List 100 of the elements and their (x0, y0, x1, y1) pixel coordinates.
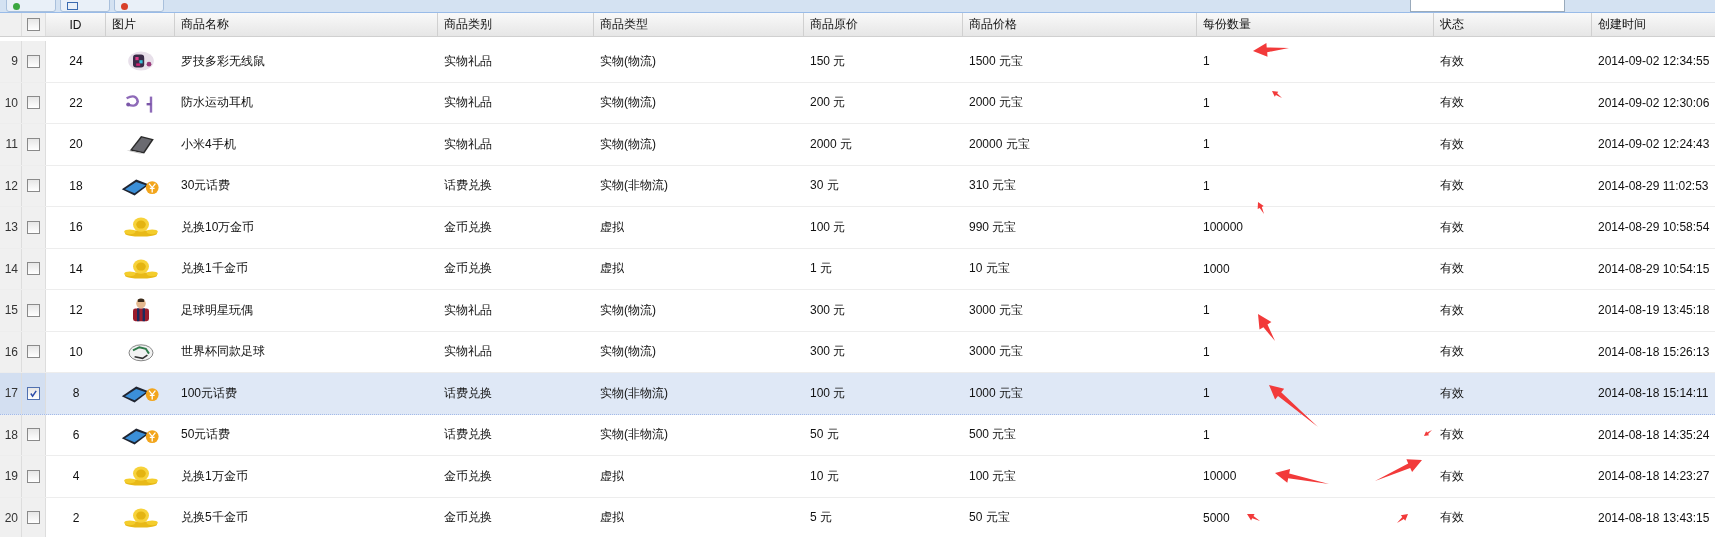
annotation-arrow (1397, 514, 1408, 523)
table-cell: 2014-08-29 10:54:15 (1598, 261, 1710, 276)
table-cell: 2014-08-18 14:23:27 (1598, 469, 1710, 484)
table-cell: 150 元 (810, 52, 846, 70)
table-cell: 2 (72, 510, 80, 525)
table-cell: 100元话费 (181, 384, 238, 402)
table-cell: 1000 (1203, 261, 1230, 276)
table-cell: 话费兑换 (444, 426, 492, 444)
column-header[interactable]: 商品类别 (438, 13, 594, 36)
row-checkbox[interactable] (27, 262, 40, 276)
table-cell: 10 (69, 344, 83, 359)
table-cell: 话费兑换 (444, 384, 492, 402)
table-row[interactable]: 10 22 防水运动耳机 实物礼品 实物(物流) 200 元 2000 元宝 1 有效 2014-09-02 12:30:06 (0, 82, 1715, 124)
table-cell: 有效 (1440, 177, 1464, 195)
table-cell: 金币兑换 (444, 218, 492, 236)
table-cell: 1 元 (810, 260, 832, 278)
column-header[interactable]: 创建时间 (1592, 13, 1715, 36)
table-cell: 兑换1万金币 (181, 467, 248, 485)
table-row[interactable]: 13 16 兑换10万金币 金币兑换 虚拟 100 元 990 元宝 100000 有效 2014-08-29 10:58:54 (0, 207, 1715, 249)
table-row[interactable]: 11 20 小米4手机 实物礼品 实物(物流) 2000 元 20000 元宝 1 有效 2014-09-02 12:24:43 (0, 124, 1715, 166)
table-cell: 实物礼品 (444, 343, 492, 361)
table-cell: 兑换1千金币 (181, 260, 248, 278)
table-cell: 虚拟 (600, 509, 624, 527)
table-cell: 兑换10万金币 (181, 218, 255, 236)
row-checkbox[interactable] (27, 96, 40, 110)
table-cell: 1 (1203, 303, 1210, 318)
table-cell: 16 (69, 220, 83, 235)
row-checkbox[interactable] (27, 220, 40, 234)
table-cell: 2014-09-02 12:24:43 (1598, 137, 1710, 152)
row-checkbox[interactable] (27, 137, 40, 151)
select-all-checkbox[interactable] (27, 18, 40, 31)
table-cell: 1 (1203, 344, 1210, 359)
table-cell: 3000 元宝 (969, 301, 1024, 319)
table-row[interactable]: 15 12 足球明星玩偶 实物礼品 实物(物流) 300 元 3000 元宝 1 有效 2014-08-19 13:45:18 (0, 290, 1715, 332)
column-header[interactable]: 商品类型 (594, 13, 804, 36)
row-checkbox[interactable] (27, 345, 40, 359)
column-header[interactable]: 图片 (106, 13, 175, 36)
column-header[interactable]: 商品名称 (175, 13, 438, 36)
table-cell: 防水运动耳机 (181, 94, 253, 112)
table-cell: 2014-09-02 12:30:06 (1598, 95, 1710, 110)
table-cell: 6 (72, 427, 80, 442)
table-cell: 5 元 (810, 509, 832, 527)
table-row[interactable]: 14 14 兑换1千金币 金币兑换 虚拟 1 元 10 元宝 1000 有效 2014-08-29 10:54:15 (0, 248, 1715, 290)
table-cell: 实物(物流) (600, 52, 656, 70)
column-header[interactable]: 状态 (1434, 13, 1592, 36)
table-cell: 有效 (1440, 52, 1464, 70)
table-cell: 实物礼品 (444, 301, 492, 319)
table-cell: 4 (72, 469, 80, 484)
table-cell: 1 (1203, 427, 1210, 442)
table-row[interactable]: 12 18 30元话费 话费兑换 实物(非物流) 30 元 310 元宝 1 有效 2014-08-29 11:02:53 (0, 165, 1715, 207)
edit-icon (67, 2, 78, 10)
annotation-arrow (1375, 459, 1422, 481)
table-cell: 有效 (1440, 94, 1464, 112)
table-cell: 有效 (1440, 509, 1464, 527)
table-cell: 100 元 (810, 384, 846, 402)
table-cell: 虚拟 (600, 218, 624, 236)
table-cell: 50元话费 (181, 426, 231, 444)
table-cell: 小米4手机 (181, 135, 236, 153)
row-checkbox[interactable] (27, 469, 40, 483)
table-row[interactable]: 20 2 兑换5千金币 金币兑换 虚拟 5 元 50 元宝 5000 有效 2014-08-18 13:43:15 (0, 497, 1715, 537)
row-checkbox[interactable] (27, 386, 40, 400)
row-checkbox[interactable] (27, 179, 40, 193)
table-cell: 有效 (1440, 301, 1464, 319)
table-cell: 金币兑换 (444, 509, 492, 527)
table-cell: 10 元宝 (969, 260, 1010, 278)
table-cell: 2014-09-02 12:34:55 (1598, 54, 1710, 69)
table-row[interactable]: 17 8 100元话费 话费兑换 实物(非物流) 100 元 1000 元宝 1 有效 2014-08-18 15:14:11 (0, 373, 1715, 415)
table-cell: 3000 元宝 (969, 343, 1024, 361)
table-cell: 罗技多彩无线鼠 (181, 52, 265, 70)
row-number: 18 (0, 414, 22, 455)
table-cell: 有效 (1440, 218, 1464, 236)
table-cell: 话费兑换 (444, 177, 492, 195)
column-header[interactable]: 商品原价 (804, 13, 963, 36)
table-cell: 2014-08-18 13:43:15 (1598, 510, 1710, 525)
search-field[interactable] (1410, 0, 1565, 12)
row-checkbox[interactable] (27, 303, 40, 317)
table-cell: 10000 (1203, 469, 1237, 484)
table-cell: 50 元 (810, 426, 839, 444)
table-row[interactable]: 9 24 罗技多彩无线鼠 实物礼品 实物(物流) 150 元 1500 元宝 1 有效 2014-09-02 12:34:55 (0, 41, 1715, 83)
table-row[interactable]: 19 4 兑换1万金币 金币兑换 虚拟 10 元 100 元宝 10000 有效 2014-08-18 14:23:27 (0, 456, 1715, 498)
column-header[interactable]: 商品价格 (963, 13, 1197, 36)
table-cell: 有效 (1440, 384, 1464, 402)
table-cell: 20 (69, 137, 83, 152)
column-header[interactable]: 每份数量 (1197, 13, 1434, 36)
table-cell: 100000 (1203, 220, 1244, 235)
row-checkbox[interactable] (27, 428, 40, 442)
row-number: 9 (0, 41, 22, 82)
table-cell: 5000 (1203, 510, 1230, 525)
annotation-arrow (1258, 314, 1275, 341)
row-number: 11 (0, 124, 22, 165)
table-cell: 有效 (1440, 426, 1464, 444)
row-checkbox[interactable] (27, 511, 40, 525)
column-header[interactable]: ID (46, 13, 106, 36)
table-cell: 1 (1203, 95, 1210, 110)
table-row[interactable]: 18 6 50元话费 话费兑换 实物(非物流) 50 元 500 元宝 1 有效 2014-08-18 14:35:24 (0, 414, 1715, 456)
table-cell: 1000 元宝 (969, 384, 1024, 402)
table-cell: 虚拟 (600, 260, 624, 278)
row-checkbox[interactable] (27, 54, 40, 68)
table-cell: 18 (69, 178, 83, 193)
annotation-arrow (1247, 513, 1260, 521)
